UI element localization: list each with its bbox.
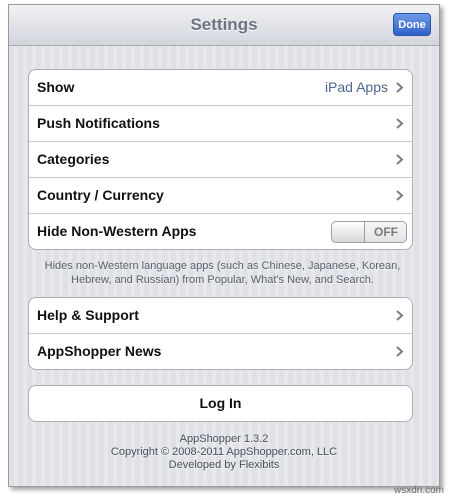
chevron-right-icon	[396, 310, 404, 321]
toggle-knob	[332, 222, 365, 242]
hide-non-western-toggle[interactable]: OFF	[331, 221, 407, 243]
watermark: wsxdn.com	[393, 485, 444, 496]
chevron-right-icon	[396, 190, 404, 201]
country-currency-label: Country / Currency	[37, 187, 164, 203]
log-in-button[interactable]: Log In	[28, 385, 413, 422]
chevron-right-icon	[396, 82, 404, 93]
chevron-right-icon	[396, 346, 404, 357]
navigation-bar: Settings Done	[9, 5, 439, 46]
appshopper-news-label: AppShopper News	[37, 343, 162, 359]
settings-window: Settings Done Show iPad Apps Push Notifi…	[8, 4, 440, 487]
show-value: iPad Apps	[324, 79, 388, 95]
appshopper-news-row[interactable]: AppShopper News	[29, 334, 412, 369]
show-row[interactable]: Show iPad Apps	[29, 70, 412, 106]
hide-non-western-footnote: Hides non-Western language apps (such as…	[44, 260, 401, 286]
push-notifications-label: Push Notifications	[37, 115, 160, 131]
support-group: Help & Support AppShopper News	[28, 297, 413, 370]
chevron-right-icon	[396, 154, 404, 165]
chevron-right-icon	[396, 118, 404, 129]
country-currency-row[interactable]: Country / Currency	[29, 178, 412, 214]
show-label: Show	[37, 79, 75, 95]
toggle-state: OFF	[374, 225, 398, 239]
settings-content: Show iPad Apps Push Notifications Catego…	[9, 46, 439, 486]
categories-row[interactable]: Categories	[29, 142, 412, 178]
push-notifications-row[interactable]: Push Notifications	[29, 106, 412, 142]
hide-non-western-label: Hide Non-Western Apps	[37, 223, 197, 239]
help-support-row[interactable]: Help & Support	[29, 298, 412, 334]
credits: AppShopper 1.3.2 Copyright © 2008-2011 A…	[9, 433, 439, 472]
settings-group: Show iPad Apps Push Notifications Catego…	[28, 69, 413, 250]
help-support-label: Help & Support	[37, 307, 139, 323]
copyright: Copyright © 2008-2011 AppShopper.com, LL…	[110, 446, 338, 458]
done-button[interactable]: Done	[393, 13, 431, 36]
categories-label: Categories	[37, 151, 110, 167]
page-title: Settings	[190, 15, 258, 34]
app-version: AppShopper 1.3.2	[179, 433, 269, 445]
hide-non-western-row: Hide Non-Western Apps OFF	[29, 214, 412, 249]
developer-credit: Developed by Flexibits	[168, 459, 280, 471]
